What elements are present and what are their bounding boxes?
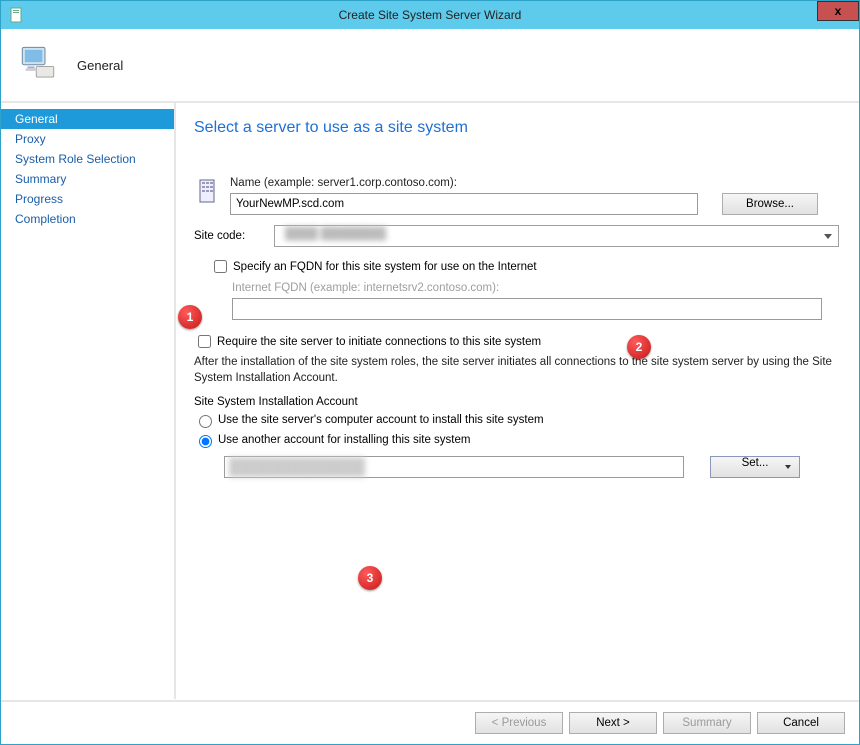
annotation-3: 3 <box>358 566 382 590</box>
radio-other-account-label: Use another account for installing this … <box>218 434 470 446</box>
sidebar-item-summary[interactable]: Summary <box>1 169 174 189</box>
sitecode-dropdown[interactable]: ████ ████████ <box>274 225 839 247</box>
summary-button: Summary <box>663 712 751 734</box>
account-value-blurred: ████████████ <box>229 459 379 475</box>
require-initiate-label: Require the site server to initiate conn… <box>217 336 541 348</box>
app-icon <box>9 7 25 23</box>
sitecode-value-blurred: ████ ████████ <box>285 228 445 244</box>
radio-server-account-label: Use the site server's computer account t… <box>218 414 544 426</box>
server-icon <box>194 177 222 205</box>
sidebar-item-system-role[interactable]: System Role Selection <box>1 149 174 169</box>
require-initiate-checkbox[interactable] <box>198 335 211 348</box>
titlebar: Create Site System Server Wizard x <box>1 1 859 29</box>
info-text: After the installation of the site syste… <box>194 355 839 386</box>
next-button[interactable]: Next > <box>569 712 657 734</box>
sidebar-item-general[interactable]: General <box>1 109 174 129</box>
browse-button[interactable]: Browse... <box>722 193 818 215</box>
sidebar: General Proxy System Role Selection Summ… <box>1 103 176 699</box>
page-heading: Select a server to use as a site system <box>194 119 839 137</box>
header-title: General <box>77 58 123 73</box>
set-button[interactable]: Set... <box>710 456 800 478</box>
account-section-label: Site System Installation Account <box>194 396 839 408</box>
wizard-window: Create Site System Server Wizard x Gener… <box>0 0 860 745</box>
content: Select a server to use as a site system … <box>176 103 859 699</box>
sitecode-label: Site code: <box>194 230 274 242</box>
computer-icon <box>17 42 59 89</box>
internet-fqdn-label: Internet FQDN (example: internetsrv2.con… <box>232 282 839 294</box>
fqdn-checkbox[interactable] <box>214 260 227 273</box>
fqdn-checkbox-label: Specify an FQDN for this site system for… <box>233 261 537 273</box>
name-input[interactable] <box>230 193 698 215</box>
close-button[interactable]: x <box>817 1 859 21</box>
annotation-1: 1 <box>178 305 202 329</box>
radio-other-account[interactable] <box>199 435 212 448</box>
header: General <box>1 29 859 103</box>
sidebar-item-proxy[interactable]: Proxy <box>1 129 174 149</box>
window-title: Create Site System Server Wizard <box>1 8 859 22</box>
body: General Proxy System Role Selection Summ… <box>1 103 859 699</box>
radio-server-account[interactable] <box>199 415 212 428</box>
annotation-2: 2 <box>627 335 651 359</box>
previous-button: < Previous <box>475 712 563 734</box>
account-input[interactable]: ████████████ <box>224 456 684 478</box>
sidebar-item-progress[interactable]: Progress <box>1 189 174 209</box>
internet-fqdn-input <box>232 298 822 320</box>
name-label: Name (example: server1.corp.contoso.com)… <box>230 177 839 189</box>
sidebar-item-completion[interactable]: Completion <box>1 209 174 229</box>
cancel-button[interactable]: Cancel <box>757 712 845 734</box>
footer: < Previous Next > Summary Cancel <box>1 700 859 744</box>
